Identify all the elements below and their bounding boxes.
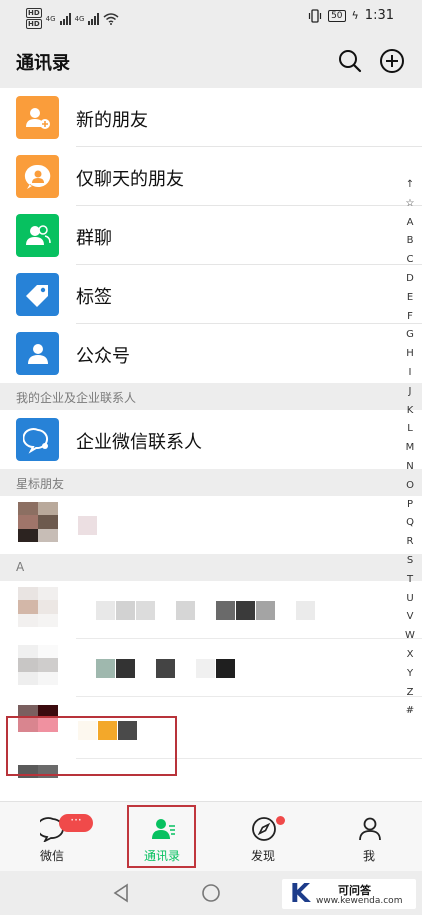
charging-icon: ϟ xyxy=(351,9,359,22)
network-4g-label: 4G xyxy=(45,14,56,23)
index-letter[interactable]: R xyxy=(407,533,414,552)
index-letter[interactable]: Z xyxy=(407,684,414,703)
compass-icon xyxy=(252,817,276,841)
avatar xyxy=(18,587,58,627)
index-letter[interactable]: L xyxy=(407,420,413,439)
tab-discover[interactable]: 发现 xyxy=(228,802,298,872)
index-letter[interactable]: V xyxy=(407,608,414,627)
tab-highlight-annotation xyxy=(127,805,196,868)
chat-only-icon xyxy=(16,155,59,198)
index-letter[interactable]: W xyxy=(405,627,415,646)
index-letter[interactable]: C xyxy=(407,251,414,270)
network-4g-label-2: 4G xyxy=(74,14,85,23)
person-icon xyxy=(359,817,381,841)
app-header: 通讯录 xyxy=(0,34,422,88)
contact-name-pixelated xyxy=(78,516,97,535)
group-icon xyxy=(16,214,59,257)
index-letter[interactable]: B xyxy=(407,232,414,251)
a-section-header: A xyxy=(0,554,422,581)
chat-only-friends-label: 仅聊天的朋友 xyxy=(76,169,184,190)
index-letter[interactable]: U xyxy=(406,590,413,609)
highlight-annotation xyxy=(6,716,177,776)
official-accounts-label: 公众号 xyxy=(76,346,130,367)
index-letter[interactable]: H xyxy=(406,345,414,364)
index-letter[interactable]: K xyxy=(407,402,414,421)
hd-badge-2: HD xyxy=(26,19,42,29)
contacts-list[interactable]: 新的朋友 仅聊天的朋友 群聊 标签 公众号 我的企业及企业联系人 企业微信联系人… xyxy=(0,88,422,801)
watermark-url: www.kewenda.com xyxy=(316,896,403,906)
unread-badge: ··· xyxy=(59,814,93,832)
index-letter[interactable]: Y xyxy=(407,665,413,684)
battery-indicator: 50 xyxy=(328,9,346,22)
enterprise-section-header: 我的企业及企业联系人 xyxy=(0,383,422,410)
clock: 1:31 xyxy=(364,8,394,23)
avatar xyxy=(18,645,58,685)
contact-row[interactable] xyxy=(0,639,422,697)
group-chats-item[interactable]: 群聊 xyxy=(0,206,422,265)
new-badge-dot xyxy=(276,816,285,825)
index-letter[interactable]: N xyxy=(406,458,413,477)
index-letter[interactable]: ↑ xyxy=(406,176,414,195)
bottom-tab-bar: ··· 微信 通讯录 发现 我 xyxy=(0,801,422,871)
home-circle-icon[interactable] xyxy=(201,883,221,903)
tab-chats[interactable]: ··· 微信 xyxy=(17,802,93,872)
new-friends-item[interactable]: 新的朋友 xyxy=(0,88,422,147)
page-title: 通讯录 xyxy=(16,53,70,74)
contact-name-pixelated xyxy=(96,601,315,620)
index-letter[interactable]: # xyxy=(406,702,414,721)
search-icon[interactable] xyxy=(337,48,363,74)
tab-me[interactable]: 我 xyxy=(334,802,404,872)
contact-row[interactable] xyxy=(0,581,422,639)
index-letter[interactable]: M xyxy=(406,439,415,458)
signal-bars-icon xyxy=(59,12,71,25)
add-friend-icon xyxy=(16,96,59,139)
index-letter[interactable]: O xyxy=(406,477,414,496)
index-letter[interactable]: S xyxy=(407,552,413,571)
index-letter[interactable]: X xyxy=(407,646,414,665)
contact-row[interactable] xyxy=(0,496,422,554)
tags-item[interactable]: 标签 xyxy=(0,265,422,324)
new-friends-label: 新的朋友 xyxy=(76,110,148,131)
status-right: 50 ϟ 1:31 xyxy=(308,8,394,23)
back-triangle-icon[interactable] xyxy=(112,883,130,903)
signal-indicators: HD HD 4G 4G xyxy=(26,8,119,29)
plus-circle-icon[interactable] xyxy=(379,48,405,74)
status-bar: HD HD 4G 4G 50 ϟ 1:31 xyxy=(0,0,422,34)
index-letter[interactable]: A xyxy=(407,214,414,233)
index-letter[interactable]: D xyxy=(406,270,414,289)
tab-label: 发现 xyxy=(250,849,275,863)
group-chats-label: 群聊 xyxy=(76,228,112,249)
chat-only-friends-item[interactable]: 仅聊天的朋友 xyxy=(0,147,422,206)
signal-bars-icon-2 xyxy=(88,12,100,25)
index-letter[interactable]: ☆ xyxy=(406,195,415,214)
vibrate-icon xyxy=(308,8,322,23)
index-letter[interactable]: I xyxy=(409,364,412,383)
index-letter[interactable]: Q xyxy=(406,514,414,533)
index-letter[interactable]: E xyxy=(407,289,413,308)
wifi-icon xyxy=(103,12,119,25)
official-account-icon xyxy=(16,332,59,375)
avatar xyxy=(18,502,58,542)
watermark-k: K xyxy=(290,879,311,909)
watermark-logo: K 可问答 www.kewenda.com xyxy=(282,879,416,909)
hd-badge-1: HD xyxy=(26,8,42,18)
starred-section-header: 星标朋友 xyxy=(0,469,422,496)
index-letter[interactable]: J xyxy=(409,383,412,402)
index-letter[interactable]: P xyxy=(407,496,413,515)
work-wechat-icon xyxy=(16,418,59,461)
tags-label: 标签 xyxy=(76,287,112,308)
contact-name-pixelated xyxy=(96,659,235,678)
tab-label: 微信 xyxy=(39,849,64,863)
work-wechat-contacts-label: 企业微信联系人 xyxy=(76,432,202,453)
index-letter[interactable]: T xyxy=(407,571,413,590)
work-wechat-contacts-item[interactable]: 企业微信联系人 xyxy=(0,410,422,469)
official-accounts-item[interactable]: 公众号 xyxy=(0,324,422,383)
tab-label: 我 xyxy=(362,849,375,863)
index-letter[interactable]: F xyxy=(407,308,413,327)
tag-icon xyxy=(16,273,59,316)
index-letter[interactable]: G xyxy=(406,326,414,345)
alphabet-index[interactable]: ↑ ☆ A B C D E F G H I J K L M N O P Q R S T U V W X Y Z # xyxy=(404,176,416,721)
